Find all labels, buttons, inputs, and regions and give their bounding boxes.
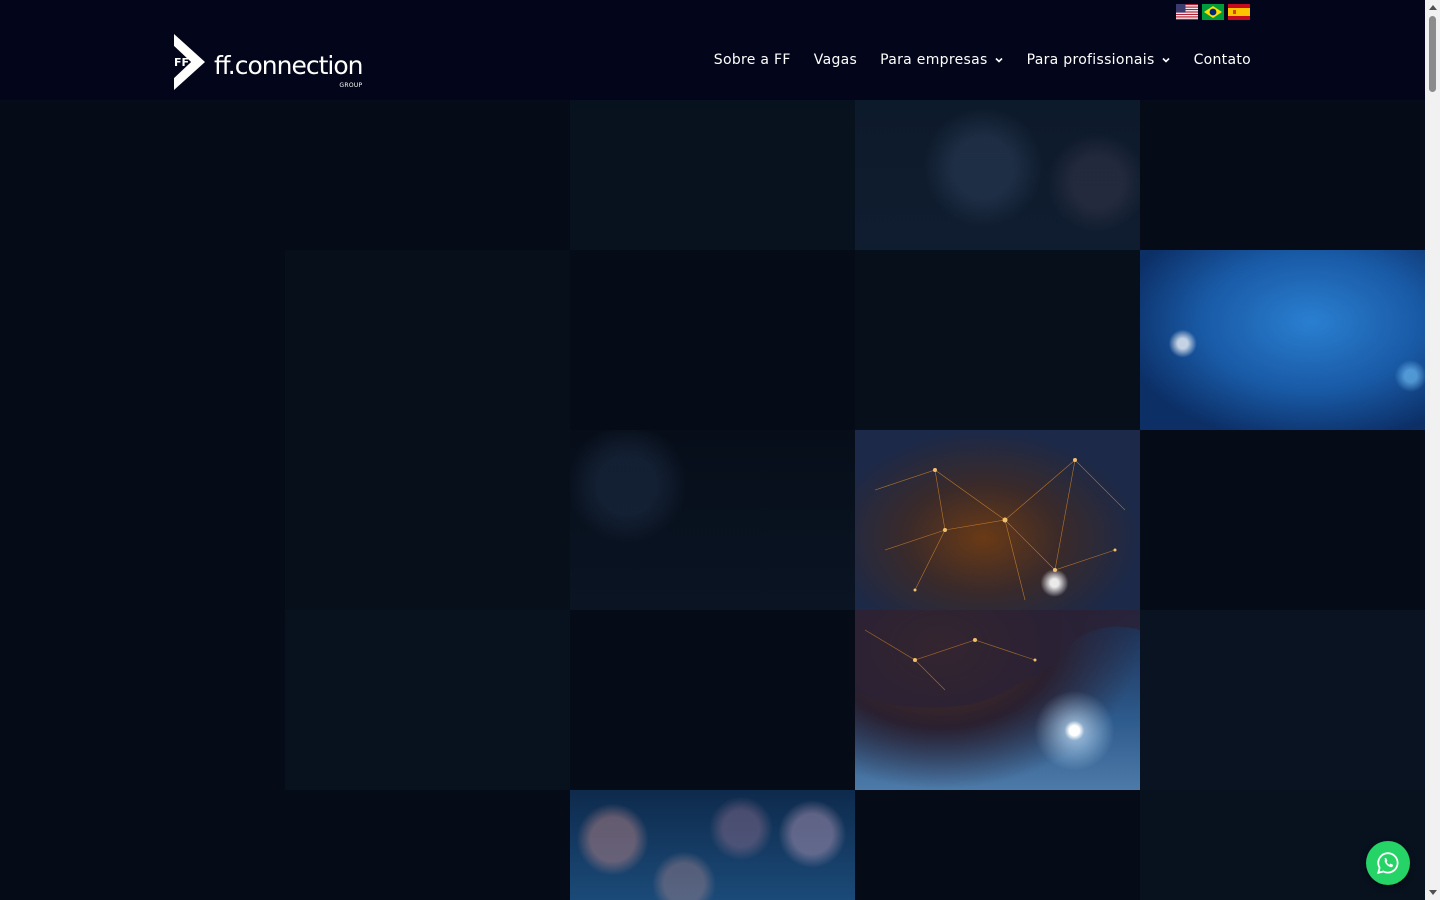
hero-tile (285, 250, 570, 430)
chevron-down-icon (1161, 57, 1170, 63)
hero-tile-handshake-lower-image (855, 610, 1140, 790)
spain-flag-icon[interactable] (1228, 4, 1250, 20)
hero-tile (0, 790, 285, 900)
hero-tile (0, 430, 285, 610)
page-scrollbar[interactable] (1425, 0, 1440, 900)
hero-tile (285, 790, 570, 900)
logo-wordmark: ff.connection GROUP (214, 51, 363, 91)
hero-tile (570, 250, 855, 430)
hero-tile (285, 430, 570, 610)
ff-logo-mark-icon: FF (174, 34, 205, 90)
hero-tile (855, 790, 1140, 900)
hero-tile-sleeve-image (1140, 250, 1425, 430)
scroll-thumb[interactable] (1429, 16, 1436, 92)
hero-tile-handshake-image (855, 430, 1140, 610)
site-logo[interactable]: FF ff.connection GROUP (172, 33, 363, 91)
hero-tile (0, 100, 285, 250)
hero-tile-bokeh-image (570, 790, 855, 900)
network-lines-icon (855, 610, 1140, 708)
hero-tile (855, 250, 1140, 430)
site-header: FF ff.connection GROUP Sobre a FF Vagas … (0, 0, 1425, 100)
nav-para-profissionais-label: Para profissionais (1026, 52, 1155, 68)
whatsapp-button[interactable] (1366, 841, 1410, 885)
hero-tile (1140, 430, 1425, 610)
chevron-down-icon (995, 57, 1003, 63)
svg-text:FF: FF (174, 56, 189, 69)
hero-tile (570, 430, 855, 610)
logo-wordmark-text: ff.connection (214, 51, 363, 80)
hero-tile (0, 250, 285, 430)
hero-tile (855, 100, 1140, 250)
hero-tile (570, 610, 855, 790)
brazil-flag-icon[interactable] (1202, 4, 1224, 20)
nav-para-empresas[interactable]: Para empresas (880, 52, 1003, 68)
nav-para-empresas-label: Para empresas (880, 52, 988, 68)
english-flag-icon[interactable] (1176, 4, 1198, 20)
nav-contato-label: Contato (1193, 52, 1251, 68)
whatsapp-icon (1377, 852, 1399, 875)
logo-sub-text: GROUP (339, 82, 363, 89)
page: FF ff.connection GROUP Sobre a FF Vagas … (0, 0, 1440, 900)
hero-tile (0, 610, 285, 790)
hero-tile (1140, 100, 1425, 250)
language-switcher (1176, 4, 1250, 20)
nav-sobre-label: Sobre a FF (713, 52, 791, 68)
hero-mosaic (0, 100, 1425, 900)
nav-vagas[interactable]: Vagas (814, 52, 857, 68)
nav-sobre[interactable]: Sobre a FF (714, 52, 791, 68)
network-lines-icon (874, 458, 1126, 601)
hero-tile (570, 100, 855, 250)
nav-vagas-label: Vagas (813, 52, 858, 68)
scroll-up-arrow-icon[interactable] (1429, 5, 1437, 10)
hero-tile (1140, 610, 1425, 790)
main-nav: Sobre a FF Vagas Para empresas Para prof… (714, 52, 1251, 68)
scroll-down-arrow-icon[interactable] (1429, 890, 1437, 895)
hero-tile (285, 610, 570, 790)
nav-para-profissionais[interactable]: Para profissionais (1027, 52, 1171, 68)
hero-tile (285, 100, 570, 250)
nav-contato[interactable]: Contato (1194, 52, 1251, 68)
